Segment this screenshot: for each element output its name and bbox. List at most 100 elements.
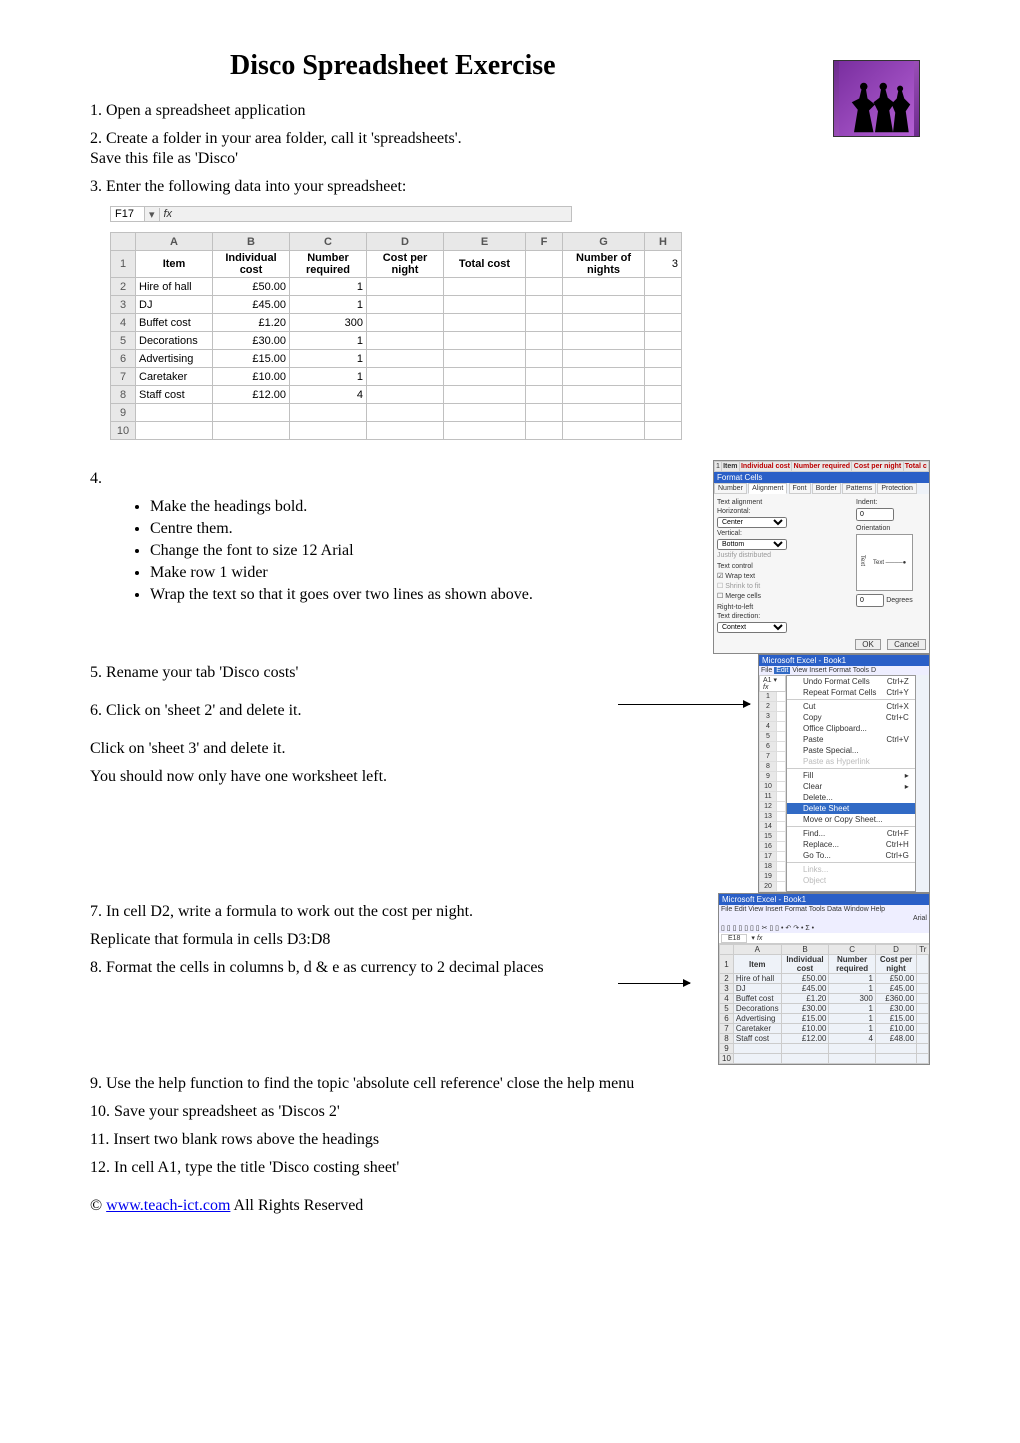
vertical-select[interactable]: Bottom bbox=[717, 539, 787, 550]
mini2-menubar: File Edit View Insert Format Tools D bbox=[759, 666, 929, 675]
footer: © www.teach-ict.com All Rights Reserved bbox=[90, 1197, 930, 1215]
step-12: 12. In cell A1, type the title 'Disco co… bbox=[90, 1159, 930, 1177]
text-control-label: Text control bbox=[717, 563, 850, 570]
menu-item[interactable]: Links... bbox=[787, 864, 915, 875]
orientation-dial[interactable]: Text Text ────● bbox=[856, 534, 913, 591]
result-sheet-screenshot: Microsoft Excel - Book1 File Edit View I… bbox=[718, 893, 930, 1065]
col-E[interactable]: E bbox=[444, 233, 526, 251]
row-3[interactable]: 3 bbox=[111, 296, 136, 314]
menu-item[interactable]: Replace...Ctrl+H bbox=[787, 839, 915, 850]
row-6[interactable]: 6 bbox=[111, 350, 136, 368]
row-5[interactable]: 5 bbox=[111, 332, 136, 350]
formula-bar: F17 ▾ fx bbox=[110, 206, 572, 222]
step-4-item: Change the font to size 12 Arial bbox=[150, 542, 610, 560]
corner-cell[interactable] bbox=[111, 233, 136, 251]
menu-item[interactable]: Office Clipboard... bbox=[787, 723, 915, 734]
step-7: 7. In cell D2, write a formula to work o… bbox=[90, 903, 590, 921]
rtl-label: Right-to-left bbox=[717, 604, 850, 611]
indent-input[interactable] bbox=[856, 508, 894, 521]
wrap-checkbox[interactable]: ☑ Wrap text bbox=[717, 572, 850, 580]
menu-item[interactable]: CopyCtrl+C bbox=[787, 712, 915, 723]
justify-label: Justify distributed bbox=[717, 552, 850, 559]
mini3-col-B[interactable]: B bbox=[781, 945, 829, 955]
row-1[interactable]: 1 bbox=[111, 251, 136, 278]
indent-label: Indent: bbox=[856, 499, 926, 506]
step-2b: Save this file as 'Disco' bbox=[90, 150, 930, 168]
col-B[interactable]: B bbox=[213, 233, 290, 251]
name-box-dropdown-icon[interactable]: ▾ bbox=[145, 208, 160, 221]
step-2a: 2. Create a folder in your area folder, … bbox=[90, 130, 930, 148]
tab-number[interactable]: Number bbox=[714, 483, 747, 494]
row-4[interactable]: 4 bbox=[111, 314, 136, 332]
fx-label[interactable]: fx bbox=[160, 208, 177, 220]
menu-item[interactable]: Paste Special... bbox=[787, 745, 915, 756]
menu-item[interactable]: Delete... bbox=[787, 792, 915, 803]
step-3: 3. Enter the following data into your sp… bbox=[90, 178, 930, 196]
mini3-menubar: File Edit View Insert Format Tools Data … bbox=[719, 905, 929, 914]
mini2-title: Microsoft Excel - Book1 bbox=[759, 655, 929, 666]
menu-item[interactable]: Find...Ctrl+F bbox=[787, 828, 915, 839]
step-7b: Replicate that formula in cells D3:D8 bbox=[90, 931, 590, 949]
shrink-checkbox[interactable]: ☐ Shrink to fit bbox=[717, 582, 850, 590]
col-C[interactable]: C bbox=[290, 233, 367, 251]
footer-link[interactable]: www.teach-ict.com bbox=[106, 1197, 230, 1214]
step-4-item: Wrap the text so that it goes over two l… bbox=[150, 586, 610, 604]
arrow-to-result-sheet bbox=[618, 983, 690, 984]
edit-menu-screenshot: Microsoft Excel - Book1 File Edit View I… bbox=[758, 654, 930, 893]
menu-item[interactable]: Delete Sheet bbox=[787, 803, 915, 814]
logo-image bbox=[833, 60, 920, 137]
row-2[interactable]: 2 bbox=[111, 278, 136, 296]
row-7[interactable]: 7 bbox=[111, 368, 136, 386]
tab-border[interactable]: Border bbox=[812, 483, 841, 494]
horizontal-select[interactable]: Center bbox=[717, 517, 787, 528]
degrees-input[interactable] bbox=[856, 594, 884, 607]
row-9[interactable]: 9 bbox=[111, 404, 136, 422]
edit-menu: Undo Format CellsCtrl+ZRepeat Format Cel… bbox=[786, 675, 916, 892]
menu-item[interactable]: PasteCtrl+V bbox=[787, 734, 915, 745]
format-cells-screenshot: 1 Item Individual cost Number required C… bbox=[713, 460, 930, 654]
cancel-button[interactable]: Cancel bbox=[887, 639, 926, 650]
tab-protection[interactable]: Protection bbox=[877, 483, 917, 494]
dialog-title: Format Cells bbox=[714, 472, 929, 483]
mini3-col-C[interactable]: C bbox=[829, 945, 876, 955]
merge-checkbox[interactable]: ☐ Merge cells bbox=[717, 592, 850, 600]
menu-item[interactable]: Paste as Hyperlink bbox=[787, 756, 915, 767]
menu-item[interactable]: Repeat Format CellsCtrl+Y bbox=[787, 687, 915, 698]
tab-font[interactable]: Font bbox=[789, 483, 811, 494]
row-8[interactable]: 8 bbox=[111, 386, 136, 404]
menu-item[interactable]: Fill▸ bbox=[787, 770, 915, 781]
mini3-col-D[interactable]: D bbox=[875, 945, 916, 955]
menu-item[interactable]: Go To...Ctrl+G bbox=[787, 850, 915, 861]
degrees-label: Degrees bbox=[886, 597, 912, 604]
dialog-tabs: Number Alignment Font Border Patterns Pr… bbox=[714, 483, 929, 494]
col-H[interactable]: H bbox=[645, 233, 682, 251]
col-D[interactable]: D bbox=[367, 233, 444, 251]
step-4-item: Make row 1 wider bbox=[150, 564, 610, 582]
ok-button[interactable]: OK bbox=[855, 639, 881, 650]
text-direction-select[interactable]: Context bbox=[717, 622, 787, 633]
orientation-label: Orientation bbox=[856, 525, 926, 532]
page-title: Disco Spreadsheet Exercise bbox=[230, 50, 930, 82]
step-6: 6. Click on 'sheet 2' and delete it. bbox=[90, 702, 302, 720]
col-F[interactable]: F bbox=[526, 233, 563, 251]
menu-item[interactable]: Move or Copy Sheet... bbox=[787, 814, 915, 825]
mini3-font: Arial bbox=[913, 915, 927, 922]
tab-alignment[interactable]: Alignment bbox=[748, 483, 787, 494]
tab-patterns[interactable]: Patterns bbox=[842, 483, 876, 494]
step-4-item: Centre them. bbox=[150, 520, 610, 538]
step-6b: Click on 'sheet 3' and delete it. bbox=[90, 740, 610, 758]
row-10[interactable]: 10 bbox=[111, 422, 136, 440]
col-G[interactable]: G bbox=[563, 233, 645, 251]
mini3-col-A[interactable]: A bbox=[733, 945, 781, 955]
mini3-col-extra: Tr bbox=[917, 945, 929, 955]
col-A[interactable]: A bbox=[136, 233, 213, 251]
name-box[interactable]: F17 bbox=[111, 207, 145, 221]
step-10: 10. Save your spreadsheet as 'Discos 2' bbox=[90, 1103, 930, 1121]
horizontal-label: Horizontal: bbox=[717, 508, 850, 515]
menu-item[interactable]: CutCtrl+X bbox=[787, 701, 915, 712]
menu-item[interactable]: Clear▸ bbox=[787, 781, 915, 792]
mini3-toolbar: ▯ ▯ ▯ ▯ ▯ ▯ ▯ ✂ ▯ ▯ • ↶ ↷ • Σ • bbox=[719, 923, 929, 933]
mini3-namebox[interactable]: E18 bbox=[721, 934, 747, 943]
menu-item[interactable]: Object bbox=[787, 875, 915, 886]
menu-item[interactable]: Undo Format CellsCtrl+Z bbox=[787, 676, 915, 687]
